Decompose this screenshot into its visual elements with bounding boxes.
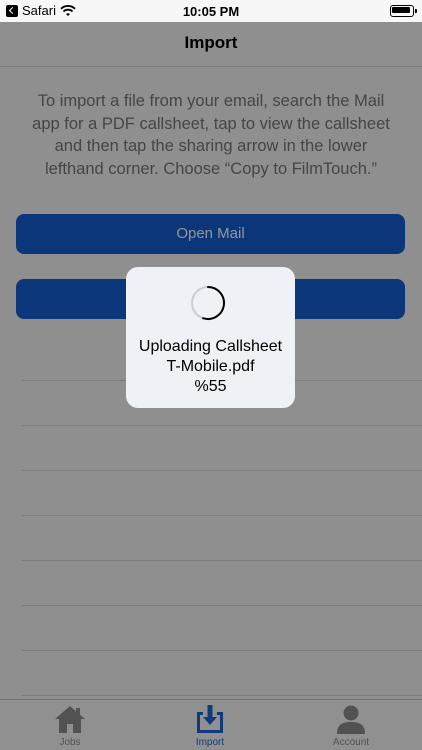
upload-file-name: T-Mobile.pdf xyxy=(166,358,255,375)
battery-tip xyxy=(415,9,417,13)
upload-progress-hud: Uploading Callsheet T-Mobile.pdf %55 xyxy=(126,267,295,408)
clock: 10:05 PM xyxy=(182,4,240,19)
status-bar: Safari 10:05 PM xyxy=(0,0,422,22)
upload-status-line: Uploading Callsheet xyxy=(138,338,283,355)
upload-percent: %55 xyxy=(194,378,227,395)
progress-spinner-icon xyxy=(191,286,225,320)
upload-status-text: Uploading Callsheet T-Mobile.pdf %55 xyxy=(126,337,295,397)
battery-icon xyxy=(390,5,414,17)
